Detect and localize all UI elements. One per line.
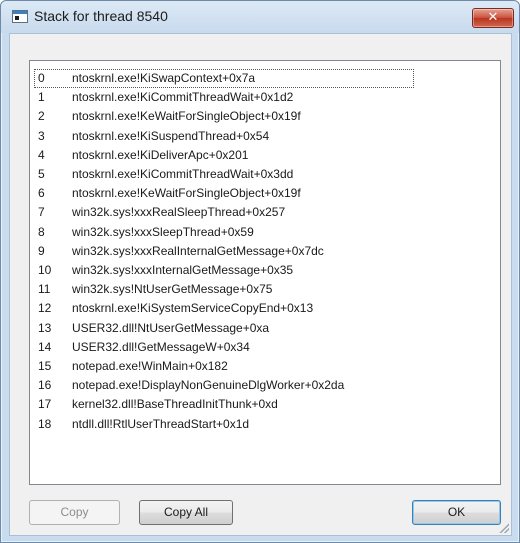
frame-symbol: ntoskrnl.exe!KiSystemServiceCopyEnd+0x13 — [72, 301, 314, 316]
frame-index: 18 — [38, 416, 52, 431]
frame-index: 16 — [38, 378, 52, 393]
frame-index: 17 — [38, 397, 52, 412]
frame-symbol: ntoskrnl.exe!KeWaitForSingleObject+0x19f — [72, 109, 301, 124]
frame-symbol: notepad.exe!DisplayNonGenuineDlgWorker+0… — [72, 378, 345, 393]
frame-symbol: win32k.sys!xxxRealInternalGetMessage+0x7… — [72, 243, 324, 258]
resize-grip-icon[interactable] — [497, 521, 509, 533]
close-icon: ✕ — [487, 10, 499, 25]
frame-symbol: ntoskrnl.exe!KiSwapContext+0x7a — [72, 71, 256, 85]
stack-frame-row[interactable]: 5 ntoskrnl.exe!KiCommitThreadWait+0x3dd — [34, 165, 414, 184]
frame-index: 13 — [38, 320, 52, 335]
frame-index: 11 — [38, 282, 51, 297]
stack-frame-row[interactable]: 13 USER32.dll!NtUserGetMessage+0xa — [34, 319, 414, 338]
frame-index: 6 — [38, 186, 45, 201]
frame-symbol: kernel32.dll!BaseThreadInitThunk+0xd — [72, 397, 278, 412]
frame-index: 5 — [38, 167, 45, 181]
frame-symbol: ntoskrnl.exe!KiSuspendThread+0x54 — [72, 128, 270, 143]
frame-index: 10 — [38, 263, 52, 277]
title-bar[interactable]: Stack for thread 8540 ✕ — [1, 1, 519, 33]
frame-symbol: notepad.exe!WinMain+0x182 — [72, 359, 228, 373]
ok-button-label: OK — [447, 505, 466, 519]
frame-symbol: ntoskrnl.exe!KeWaitForSingleObject+0x19f — [72, 186, 301, 201]
frame-symbol: win32k.sys!xxxRealSleepThread+0x257 — [72, 205, 286, 220]
frame-symbol: ntoskrnl.exe!KiCommitThreadWait+0x3dd — [72, 167, 294, 181]
frame-index: 2 — [38, 109, 45, 124]
stack-frame-row[interactable]: 10 win32k.sys!xxxInternalGetMessage+0x35 — [34, 261, 414, 280]
frame-symbol: win32k.sys!NtUserGetMessage+0x75 — [72, 282, 273, 297]
stack-frame-row[interactable]: 8 win32k.sys!xxxSleepThread+0x59 — [34, 223, 414, 242]
copy-button-label: Copy — [60, 505, 89, 519]
window-icon — [12, 10, 28, 23]
frame-index: 7 — [38, 205, 45, 220]
ok-button[interactable]: OK — [412, 500, 501, 525]
frame-index: 0 — [38, 71, 45, 85]
stack-frame-row[interactable]: 17 kernel32.dll!BaseThreadInitThunk+0xd — [34, 395, 414, 414]
stack-frame-row[interactable]: 14 USER32.dll!GetMessageW+0x34 — [34, 338, 414, 357]
frame-symbol: win32k.sys!xxxInternalGetMessage+0x35 — [72, 263, 294, 277]
frame-symbol: ntoskrnl.exe!KiDeliverApc+0x201 — [72, 147, 249, 162]
frame-index: 4 — [38, 147, 45, 162]
frame-index: 15 — [38, 359, 52, 373]
stack-frame-row[interactable]: 16 notepad.exe!DisplayNonGenuineDlgWorker… — [34, 376, 414, 395]
stack-frame-row[interactable]: 3 ntoskrnl.exe!KiSuspendThread+0x54 — [34, 127, 414, 146]
window-title: Stack for thread 8540 — [34, 8, 168, 24]
frame-index: 14 — [38, 339, 52, 354]
frame-index: 8 — [38, 224, 45, 239]
frame-symbol: ntdll.dll!RtlUserThreadStart+0x1d — [72, 416, 250, 431]
stack-frame-row[interactable]: 9 win32k.sys!xxxRealInternalGetMessage+0x… — [34, 242, 414, 261]
frame-symbol: USER32.dll!NtUserGetMessage+0xa — [72, 320, 270, 335]
dialog-body: 0 ntoskrnl.exe!KiSwapContext+0x7a 1 ntoskrn… — [9, 33, 512, 536]
stack-dialog: Stack for thread 8540 ✕ 0 ntoskrnl.exe!Ki… — [0, 0, 520, 543]
frame-index: 3 — [38, 128, 45, 143]
frame-symbol: win32k.sys!xxxSleepThread+0x59 — [72, 224, 254, 239]
stack-frame-list[interactable]: 0 ntoskrnl.exe!KiSwapContext+0x7a 1 ntoskrn… — [29, 60, 501, 485]
stack-frame-row[interactable]: 6 ntoskrnl.exe!KeWaitForSingleObject+0x19… — [34, 184, 414, 203]
copy-all-button[interactable]: Copy All — [139, 500, 233, 525]
stack-frame-row[interactable]: 18 ntdll.dll!RtlUserThreadStart+0x1d — [34, 415, 414, 434]
close-button[interactable]: ✕ — [472, 8, 514, 28]
frame-index: 12 — [38, 301, 52, 316]
stack-frame-row[interactable]: 7 win32k.sys!xxxRealSleepThread+0x257 — [34, 203, 414, 222]
stack-frame-row[interactable]: 0 ntoskrnl.exe!KiSwapContext+0x7a — [34, 69, 414, 88]
stack-frame-row[interactable]: 11 win32k.sys!NtUserGetMessage+0x75 — [34, 280, 414, 299]
frame-index: 1 — [38, 90, 45, 105]
stack-frame-row[interactable]: 15 notepad.exe!WinMain+0x182 — [34, 357, 414, 376]
copy-all-button-label: Copy All — [163, 505, 209, 519]
stack-frame-row[interactable]: 4 ntoskrnl.exe!KiDeliverApc+0x201 — [34, 146, 414, 165]
stack-frame-row[interactable]: 2 ntoskrnl.exe!KeWaitForSingleObject+0x19… — [34, 107, 414, 126]
frame-symbol: ntoskrnl.exe!KiCommitThreadWait+0x1d2 — [72, 90, 294, 105]
stack-frame-row[interactable]: 12 ntoskrnl.exe!KiSystemServiceCopyEnd+0x… — [34, 299, 414, 318]
frame-symbol: USER32.dll!GetMessageW+0x34 — [72, 339, 250, 354]
stack-frame-row[interactable]: 1 ntoskrnl.exe!KiCommitThreadWait+0x1d2 — [34, 88, 414, 107]
copy-button[interactable]: Copy — [29, 500, 120, 525]
frame-index: 9 — [38, 243, 45, 258]
